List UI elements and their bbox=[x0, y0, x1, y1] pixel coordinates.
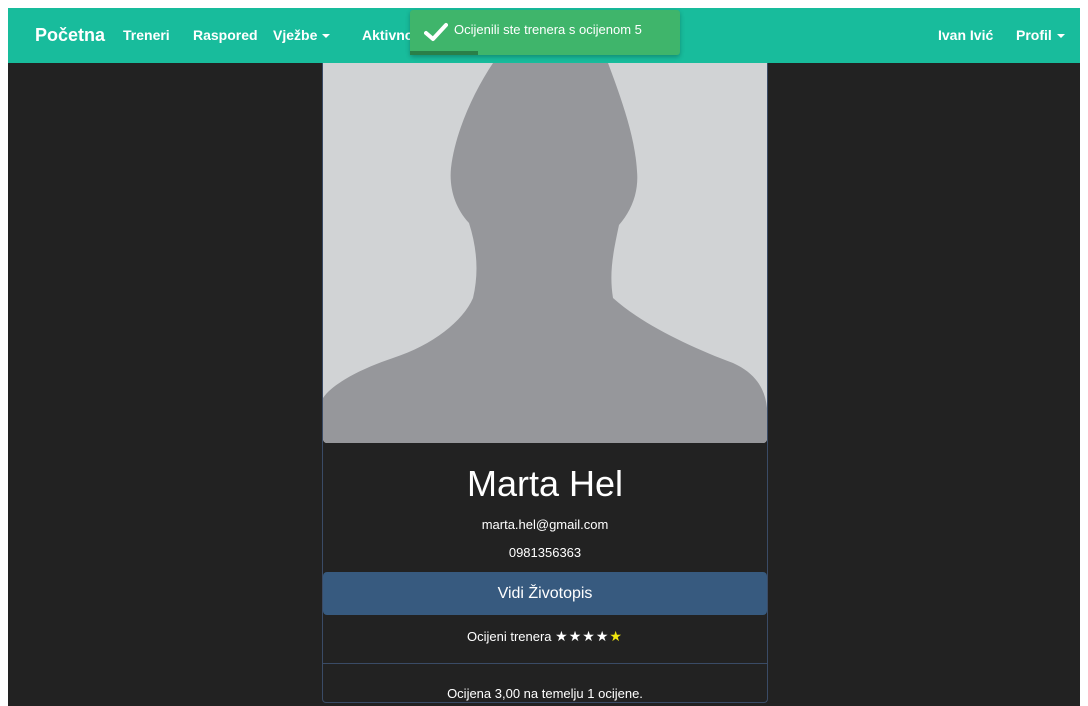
trainer-email: marta.hel@gmail.com bbox=[481, 517, 609, 532]
app-frame: Početna Treneri Raspored Vježbe Aktivnos… bbox=[8, 8, 1080, 706]
toast-message: Ocijenili ste trenera s ocijenom 5 bbox=[454, 22, 642, 37]
trainer-photo bbox=[323, 63, 767, 443]
trainer-name: Marta Hel bbox=[466, 463, 624, 504]
brand-link[interactable]: Početna bbox=[35, 8, 105, 63]
toast-progress-bar bbox=[410, 51, 478, 55]
star-3-icon[interactable]: ★ bbox=[582, 628, 596, 644]
caret-down-icon bbox=[1056, 34, 1065, 39]
rate-trainer-row: Ocijeni trenera ★★★★★ bbox=[323, 627, 767, 646]
card-divider bbox=[323, 663, 767, 664]
profile-dropdown[interactable]: Profil bbox=[1016, 8, 1065, 63]
caret-down-icon bbox=[322, 34, 331, 39]
nav-item-vjezbe-dropdown[interactable]: Vježbe bbox=[273, 8, 331, 63]
profile-label: Profil bbox=[1016, 27, 1052, 43]
nav-item-raspored[interactable]: Raspored bbox=[193, 8, 258, 63]
star-4-icon[interactable]: ★ bbox=[596, 628, 610, 644]
star-1-icon[interactable]: ★ bbox=[555, 628, 569, 644]
view-cv-button[interactable]: Vidi Životopis bbox=[323, 572, 767, 615]
nav-item-vjezbe-label: Vježbe bbox=[273, 27, 318, 43]
trainer-phone: 0981356363 bbox=[508, 545, 582, 560]
trainer-card: Marta Hel marta.hel@gmail.com 0981356363… bbox=[322, 63, 768, 703]
star-2-icon[interactable]: ★ bbox=[569, 628, 583, 644]
check-icon bbox=[424, 23, 448, 41]
rating-summary: Ocijena 3,00 na temelju 1 ocijene. bbox=[447, 686, 643, 701]
rate-trainer-label: Ocijeni trenera bbox=[467, 629, 552, 644]
star-5-icon[interactable]: ★ bbox=[609, 628, 623, 644]
user-name-link[interactable]: Ivan Ivić bbox=[938, 8, 993, 63]
nav-item-treneri[interactable]: Treneri bbox=[123, 8, 170, 63]
avatar-silhouette bbox=[323, 63, 767, 443]
toast-notification[interactable]: Ocijenili ste trenera s ocijenom 5 bbox=[410, 10, 680, 55]
